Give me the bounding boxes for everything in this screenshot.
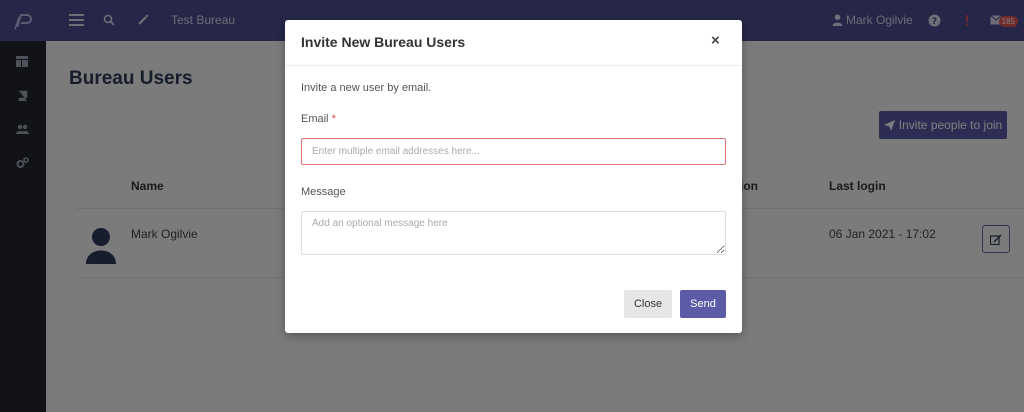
message-field[interactable] <box>301 211 726 255</box>
message-label: Message <box>301 186 346 198</box>
email-label-text: Email <box>301 113 329 125</box>
close-button[interactable]: Close <box>624 290 672 318</box>
close-icon[interactable]: × <box>711 32 720 49</box>
email-field[interactable] <box>301 138 726 165</box>
modal-title: Invite New Bureau Users <box>301 34 466 50</box>
modal-header-divider <box>285 65 742 66</box>
required-marker: * <box>331 113 336 125</box>
send-button[interactable]: Send <box>680 290 726 318</box>
email-label: Email * <box>301 113 336 125</box>
modal-intro-text: Invite a new user by email. <box>301 82 432 94</box>
invite-users-modal: Invite New Bureau Users × Invite a new u… <box>285 20 742 333</box>
